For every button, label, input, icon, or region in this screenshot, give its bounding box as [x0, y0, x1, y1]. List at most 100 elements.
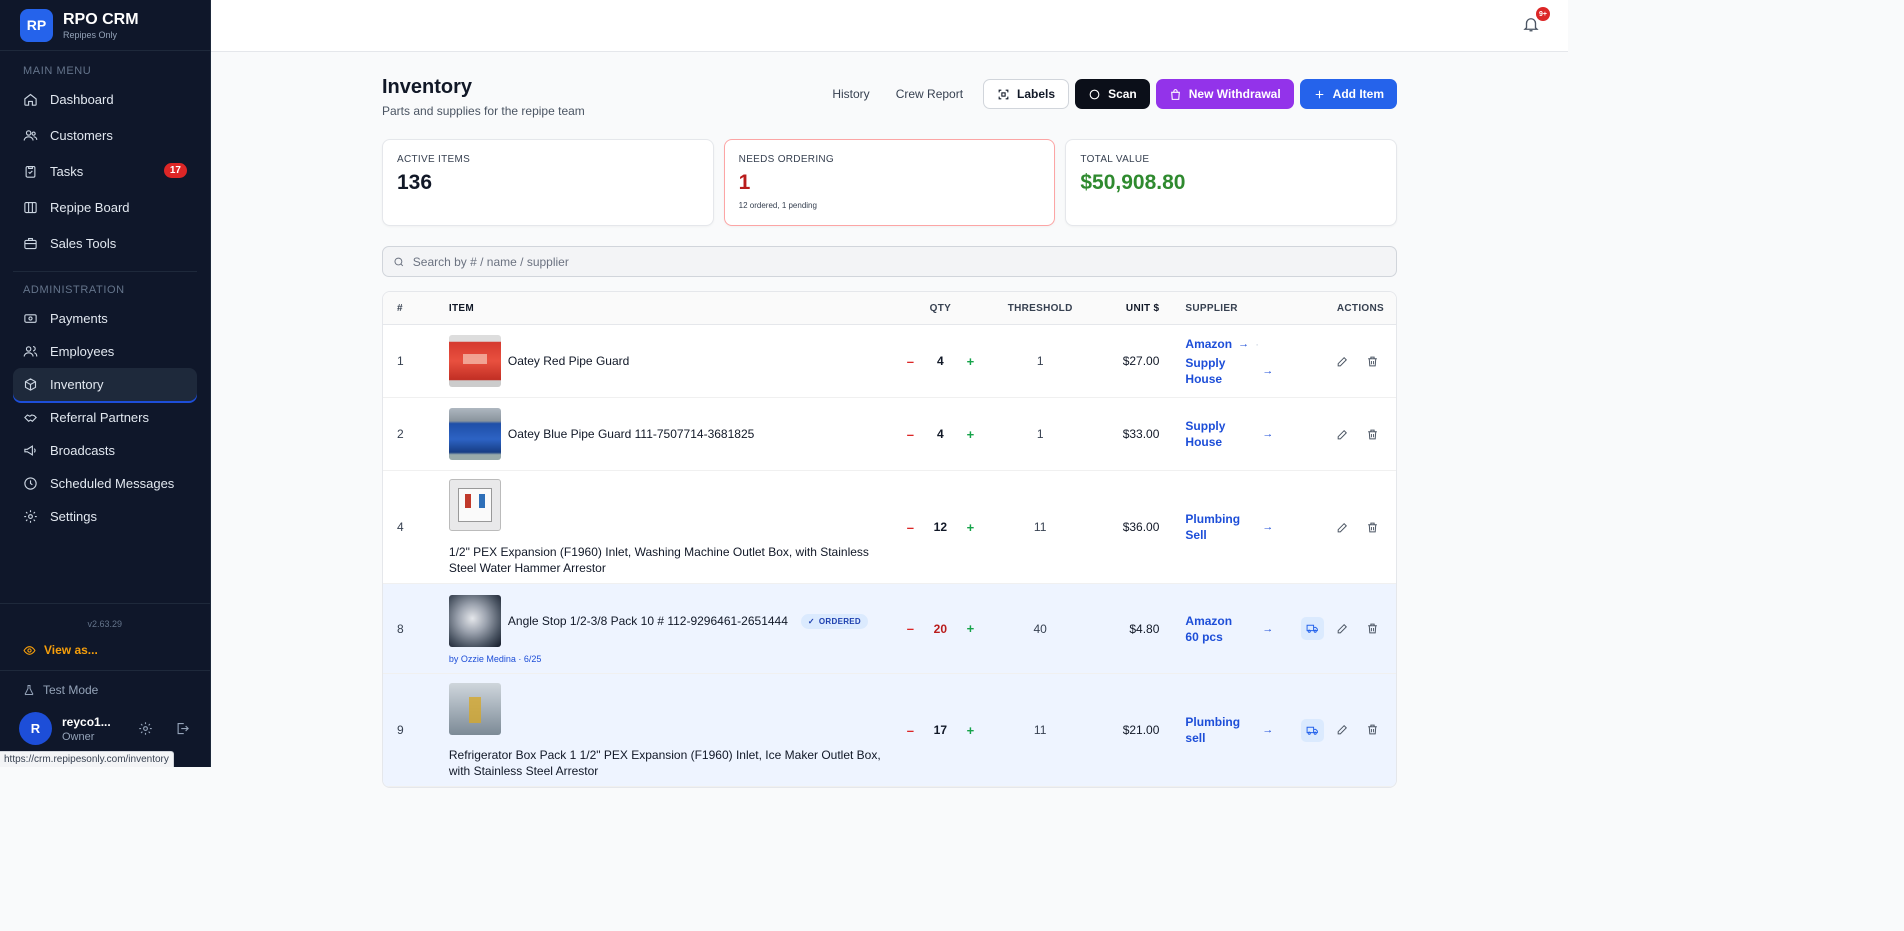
increase-qty-button[interactable]: + — [955, 354, 985, 369]
sidebar-item-sales-tools[interactable]: Sales Tools — [13, 227, 197, 260]
scan-frame-icon — [998, 89, 1009, 99]
delete-button[interactable] — [1362, 423, 1384, 445]
sidebar-item-referral-partners[interactable]: Referral Partners — [13, 401, 197, 434]
sidebar-item-repipe-board[interactable]: Repipe Board — [13, 191, 197, 224]
item-thumbnail[interactable] — [448, 683, 501, 735]
item-name[interactable]: Angle Stop 1/2-3/8 Pack 10 # 112-9296461… — [508, 614, 788, 628]
arrow-right-icon: → — [1262, 622, 1274, 635]
col-item[interactable]: ITEM — [449, 303, 893, 314]
supplier-link[interactable]: Supply House → — [1185, 418, 1273, 450]
avatar[interactable]: R — [19, 712, 52, 745]
mark-received-button[interactable] — [1300, 617, 1324, 640]
needs-ordering-card[interactable]: NEEDS ORDERING 1 12 ordered, 1 pending — [723, 139, 1056, 226]
arrow-right-icon: → — [1262, 364, 1274, 377]
col-threshold[interactable]: THRESHOLD — [988, 303, 1093, 314]
sidebar-item-settings[interactable]: Settings — [13, 500, 197, 533]
col-actions: ACTIONS — [1336, 302, 1384, 314]
supplier-link[interactable]: Plumbing sell → — [1185, 714, 1273, 746]
logout-icon[interactable] — [175, 721, 190, 736]
clock-icon — [24, 477, 37, 490]
item-number: 4 — [397, 520, 404, 534]
item-name[interactable]: Oatey Blue Pipe Guard 111-7507714-368182… — [508, 427, 754, 441]
crew-report-button[interactable]: Crew Report — [886, 79, 973, 109]
brand[interactable]: RP RPO CRM Repipes Only — [0, 0, 210, 51]
supplier-link[interactable]: Plumbing Sell → — [1185, 511, 1273, 543]
decrease-qty-button[interactable]: – — [895, 520, 925, 535]
delete-button[interactable] — [1362, 350, 1384, 372]
mark-received-button[interactable] — [1300, 718, 1324, 742]
shopping-bag-icon — [1170, 88, 1180, 100]
item-name[interactable]: Refrigerator Box Pack 1 1/2" PEX Expansi… — [449, 747, 893, 779]
edit-button[interactable] — [1332, 423, 1354, 445]
col-num[interactable]: # — [383, 303, 449, 314]
edit-button[interactable] — [1332, 516, 1354, 538]
notification-badge: 9+ — [1536, 7, 1550, 21]
user-name: reyco1... — [62, 714, 111, 729]
sidebar: RP RPO CRM Repipes Only MAIN MENU Dashbo… — [0, 0, 211, 767]
item-thumbnail[interactable] — [448, 478, 501, 531]
decrease-qty-button[interactable]: – — [895, 427, 925, 442]
item-thumbnail[interactable] — [448, 408, 501, 460]
sidebar-item-customers[interactable]: Customers — [13, 119, 197, 152]
table-row[interactable]: 1 Oatey Red Pipe Guard – 4 + 1 $27.00 Am… — [383, 325, 1396, 398]
qty-value: 4 — [937, 427, 944, 441]
increase-qty-button[interactable]: + — [955, 427, 985, 442]
table-row[interactable]: 4 1/2" PEX Expansion (F1960) Inlet, Wash… — [383, 471, 1396, 584]
payments-icon — [24, 314, 37, 323]
app-name: RPO CRM — [63, 10, 139, 28]
delete-button[interactable] — [1362, 617, 1384, 639]
threshold-value: 40 — [1033, 621, 1047, 636]
col-unit-price[interactable]: UNIT $ — [1093, 303, 1160, 314]
circle-icon — [1089, 89, 1100, 99]
notifications-button[interactable]: 9+ — [1522, 7, 1550, 35]
sidebar-footer: v2.63.29 View as... Test Mode R reyco1..… — [0, 603, 210, 767]
col-qty[interactable]: QTY — [893, 303, 988, 314]
page-actions: History Crew Report Labels Scan New With… — [822, 79, 1397, 109]
delete-button[interactable] — [1362, 516, 1384, 538]
delete-button[interactable] — [1362, 719, 1384, 741]
increase-qty-button[interactable]: + — [955, 723, 985, 738]
test-mode-toggle[interactable]: Test Mode — [0, 670, 210, 697]
edit-button[interactable] — [1332, 350, 1354, 372]
gear-icon[interactable] — [138, 721, 153, 736]
add-item-button[interactable]: Add Item — [1299, 79, 1397, 109]
decrease-qty-button[interactable]: – — [895, 354, 925, 369]
test-mode-label: Test Mode — [43, 683, 99, 697]
inventory-table: # ITEM QTY THRESHOLD UNIT $ SUPPLIER ACT… — [382, 291, 1397, 788]
sidebar-item-tasks[interactable]: Tasks 17 — [13, 155, 197, 188]
history-button[interactable]: History — [822, 79, 879, 109]
sidebar-item-scheduled-messages[interactable]: Scheduled Messages — [13, 467, 197, 500]
table-row[interactable]: 8 Angle Stop 1/2-3/8 Pack 10 # 112-92964… — [383, 584, 1396, 674]
qty-value: 20 — [933, 621, 948, 636]
table-row[interactable]: 9 Refrigerator Box Pack 1 1/2" PEX Expan… — [383, 674, 1396, 787]
box-icon — [24, 378, 37, 391]
edit-button[interactable] — [1332, 719, 1354, 741]
supplier-link[interactable]: Amazon 60 pcs → — [1185, 613, 1273, 645]
supplier-cell: Supply House → — [1159, 418, 1289, 450]
stats-row: ACTIVE ITEMS 136 NEEDS ORDERING 1 12 ord… — [382, 139, 1398, 226]
supplier-link[interactable]: Amazon → · — [1185, 336, 1273, 352]
item-thumbnail[interactable] — [448, 595, 501, 647]
sidebar-item-broadcasts[interactable]: Broadcasts — [13, 434, 197, 467]
search-input[interactable] — [412, 254, 1386, 269]
supplier-link[interactable]: Supply House → — [1185, 355, 1273, 387]
sidebar-item-payments[interactable]: Payments — [13, 302, 197, 335]
table-row[interactable]: 2 Oatey Blue Pipe Guard 111-7507714-3681… — [383, 398, 1396, 471]
edit-button[interactable] — [1332, 617, 1354, 639]
decrease-qty-button[interactable]: – — [895, 723, 925, 738]
item-thumbnail[interactable] — [448, 335, 501, 387]
increase-qty-button[interactable]: + — [955, 621, 985, 636]
scan-button[interactable]: Scan — [1075, 79, 1150, 109]
labels-button[interactable]: Labels — [983, 79, 1070, 109]
increase-qty-button[interactable]: + — [955, 520, 985, 535]
col-supplier[interactable]: SUPPLIER — [1159, 303, 1289, 314]
item-name[interactable]: Oatey Red Pipe Guard — [508, 354, 629, 368]
brand-logo: RP — [20, 8, 53, 42]
sidebar-item-employees[interactable]: Employees — [13, 335, 197, 368]
sidebar-item-dashboard[interactable]: Dashboard — [13, 83, 197, 116]
sidebar-item-inventory[interactable]: Inventory — [13, 368, 197, 401]
new-withdrawal-button[interactable]: New Withdrawal — [1155, 79, 1294, 109]
decrease-qty-button[interactable]: – — [895, 621, 925, 636]
view-as-button[interactable]: View as... — [0, 629, 210, 657]
item-name[interactable]: 1/2" PEX Expansion (F1960) Inlet, Washin… — [449, 544, 893, 576]
